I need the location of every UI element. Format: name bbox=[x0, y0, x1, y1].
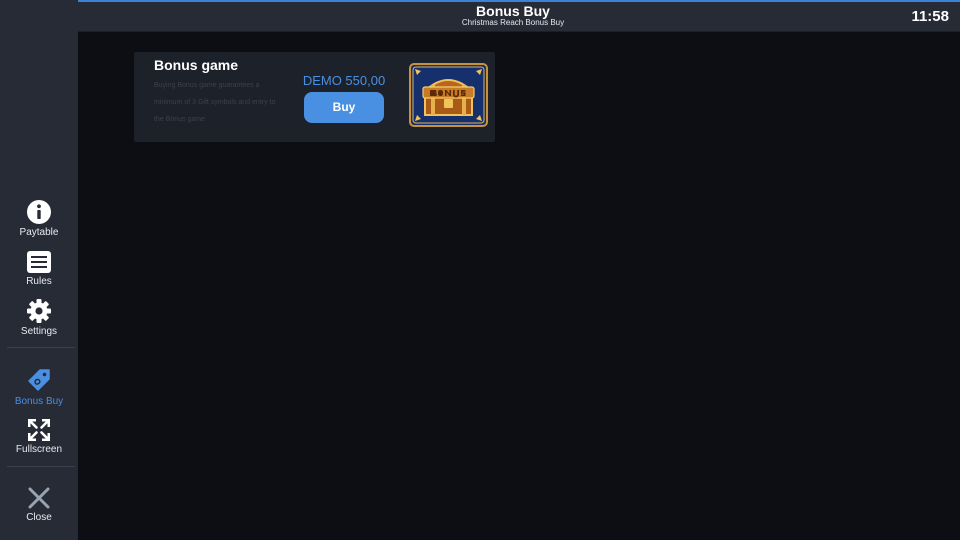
sidebar-item-label: Fullscreen bbox=[15, 444, 63, 455]
sidebar-item-label: Settings bbox=[20, 326, 58, 337]
sidebar-item-label: Rules bbox=[26, 276, 52, 287]
sidebar-item-fullscreen[interactable]: Fullscreen bbox=[0, 419, 78, 456]
sidebar-item-close[interactable]: Close bbox=[0, 487, 78, 524]
sidebar-item-label: Close bbox=[26, 512, 52, 523]
list-icon bbox=[27, 251, 51, 273]
buy-button[interactable]: Buy bbox=[304, 92, 384, 123]
sidebar-item-paytable[interactable]: Paytable bbox=[0, 200, 78, 239]
sidebar-item-label: Bonus Buy bbox=[14, 396, 64, 407]
sidebar: Paytable Rules Settings Bonus Buy Fullsc… bbox=[0, 0, 78, 540]
bonus-chest-image[interactable] bbox=[409, 63, 488, 127]
sidebar-divider bbox=[7, 347, 75, 348]
page-title: Bonus Buy bbox=[476, 3, 550, 19]
bonus-game-card: Bonus game Buying Bonus game guarantees … bbox=[134, 52, 495, 142]
close-icon bbox=[28, 487, 50, 509]
fullscreen-icon bbox=[28, 419, 50, 441]
page-subtitle: Christmas Reach Bonus Buy bbox=[461, 18, 565, 27]
bonus-game-description: Buying Bonus game guarantees a minimum o… bbox=[154, 82, 276, 123]
clock: 11:58 bbox=[911, 8, 949, 25]
sidebar-divider bbox=[7, 466, 75, 467]
sidebar-item-label: Paytable bbox=[19, 227, 59, 238]
tag-icon bbox=[28, 369, 50, 391]
gear-icon bbox=[27, 299, 51, 323]
bonus-game-title: Bonus game bbox=[154, 57, 239, 73]
header-bar: Bonus Buy Christmas Reach Bonus Buy 11:5… bbox=[78, 2, 960, 32]
bonus-game-price: DEMO 550,00 bbox=[302, 73, 386, 88]
info-icon bbox=[27, 200, 51, 224]
sidebar-item-bonus-buy[interactable]: Bonus Buy bbox=[0, 367, 78, 408]
sidebar-item-rules[interactable]: Rules bbox=[0, 251, 78, 288]
sidebar-item-settings[interactable]: Settings bbox=[0, 299, 78, 338]
